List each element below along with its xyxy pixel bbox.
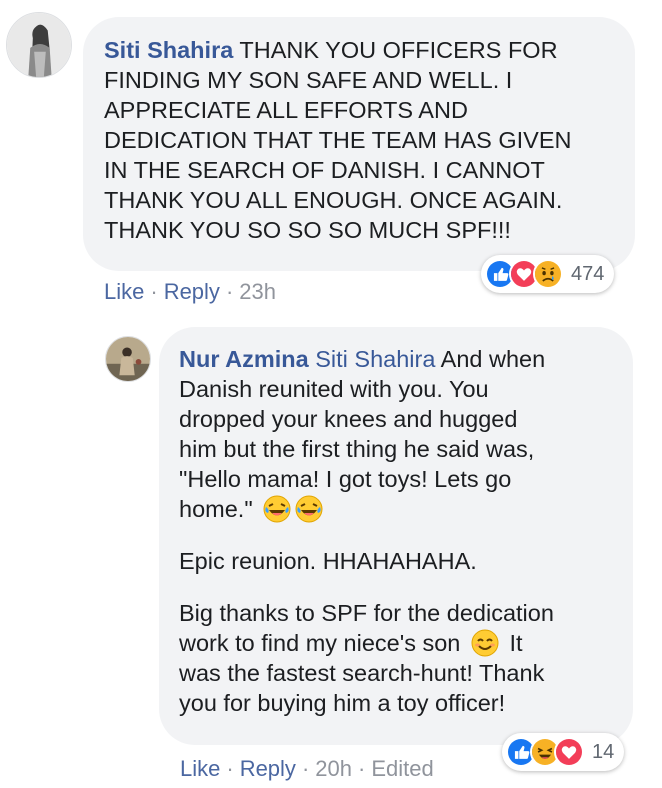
reply-link[interactable]: Reply (164, 279, 220, 304)
reply-reactions[interactable]: 14 (502, 733, 625, 771)
reply-line: It (509, 630, 523, 656)
avatar-photo (106, 337, 150, 381)
reply-actions: Like · Reply · 20h · Edited (180, 756, 434, 782)
reply-text: Nur Azmina Siti Shahira And when Danish … (179, 344, 629, 718)
reply-line: work to find my niece's son (179, 630, 461, 656)
reaction-count: 14 (592, 740, 615, 763)
separator: · (301, 756, 310, 781)
comment-line: FINDING MY SON SAFE AND WELL. I (104, 67, 513, 93)
laughing-crying-emoji-icon (263, 495, 291, 523)
commenter-avatar[interactable] (6, 12, 72, 78)
reply-paragraph: Epic reunion. HHAHAHAHA. (179, 548, 477, 574)
separator: · (225, 279, 234, 304)
reply-line: him but the first thing he said was, (179, 436, 535, 462)
reply-line: Danish reunited with you. You (179, 376, 489, 402)
mention-link[interactable]: Siti Shahira (315, 346, 435, 372)
reply-line: home." (179, 496, 253, 522)
separator: · (226, 756, 234, 781)
reply-line: Big thanks to SPF for the dedication (179, 600, 554, 626)
reply-link[interactable]: Reply (240, 756, 296, 781)
comment-bubble: Siti Shahira THANK YOU OFFICERS FOR FIND… (83, 17, 635, 271)
comment-line: IN THE SEARCH OF DANISH. I CANNOT (104, 157, 545, 183)
comment-line: DEDICATION THAT THE TEAM HAS GIVEN (104, 127, 572, 153)
reaction-count: 474 (571, 262, 605, 285)
reply-paragraph: Nur Azmina Siti Shahira And when Danish … (179, 344, 629, 524)
comment-line: THANK YOU SO SO SO MUCH SPF!!! (104, 217, 511, 243)
comment-text: Siti Shahira THANK YOU OFFICERS FOR FIND… (104, 35, 624, 245)
reply-line: you for buying him a toy officer! (179, 690, 506, 716)
reply-line: was the fastest search-hunt! Thank (179, 660, 545, 686)
comment-reactions[interactable]: 474 (481, 255, 615, 293)
separator: · (357, 756, 366, 781)
comment-timestamp[interactable]: 23h (239, 279, 276, 304)
reply-author-name[interactable]: Nur Azmina (179, 346, 309, 372)
comment-line: APPRECIATE ALL EFFORTS AND (104, 97, 468, 123)
sad-reaction-icon (533, 259, 563, 289)
smiling-blush-emoji-icon (471, 629, 499, 657)
reply-line: "Hello mama! I got toys! Lets go (179, 466, 512, 492)
comment-author-name[interactable]: Siti Shahira (104, 37, 233, 63)
reply-timestamp[interactable]: 20h (315, 756, 352, 781)
love-reaction-icon (554, 737, 584, 767)
reply-line: And when (440, 346, 546, 372)
replier-avatar[interactable] (105, 336, 151, 382)
laughing-crying-emoji-icon (295, 495, 323, 523)
like-link[interactable]: Like (104, 279, 144, 304)
avatar-photo (7, 13, 71, 77)
comment-line: THANK YOU ALL ENOUGH. ONCE AGAIN. (104, 187, 563, 213)
comment-actions: Like · Reply · 23h (104, 279, 276, 305)
like-link[interactable]: Like (180, 756, 220, 781)
comment-line: THANK YOU OFFICERS FOR (239, 37, 558, 63)
edited-label[interactable]: Edited (371, 756, 433, 781)
reply-bubble: Nur Azmina Siti Shahira And when Danish … (159, 327, 633, 745)
reply-line: dropped your knees and hugged (179, 406, 518, 432)
separator: · (150, 279, 158, 304)
reply-paragraph: Big thanks to SPF for the dedication wor… (179, 598, 629, 718)
